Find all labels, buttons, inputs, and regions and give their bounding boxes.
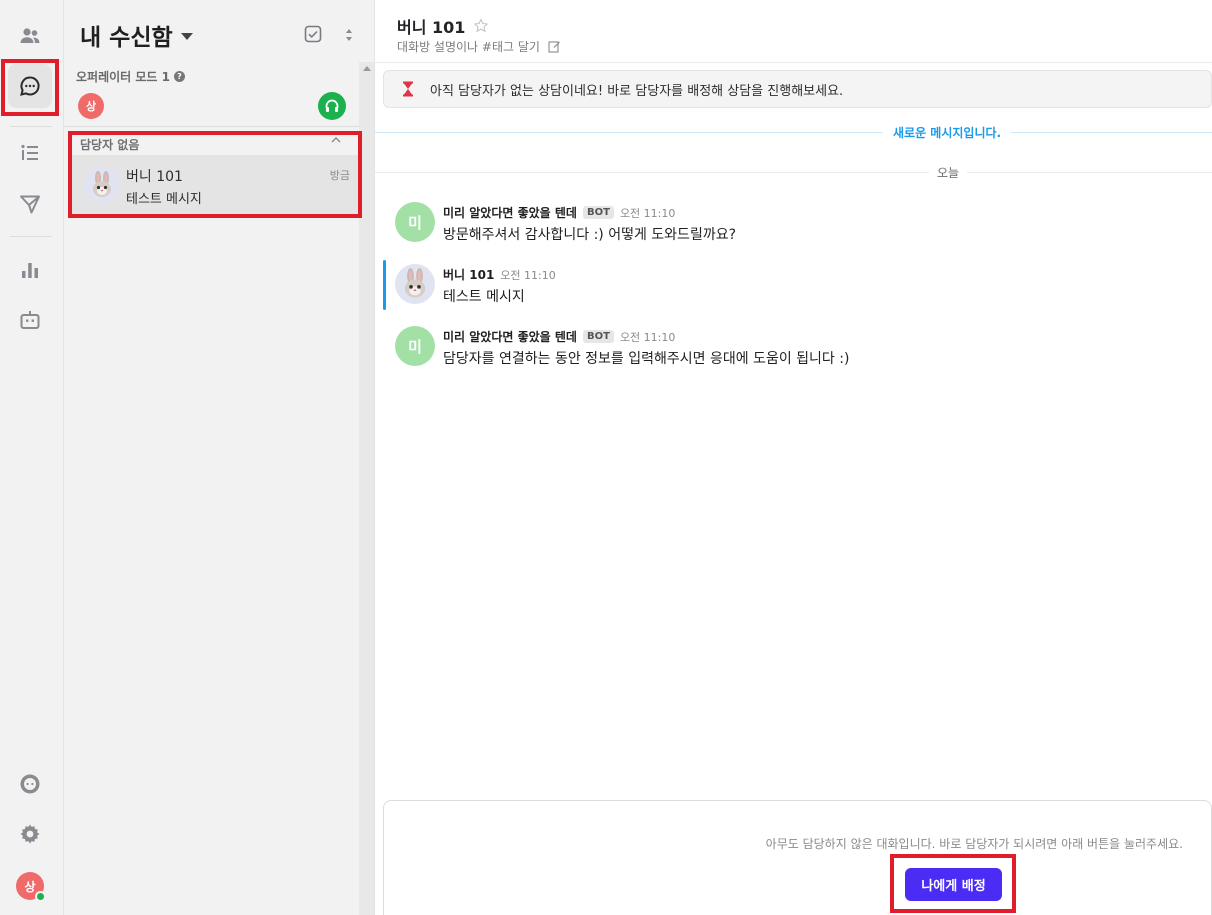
message-text: 담당자를 연결하는 동안 정보를 입력해주시면 응대에 도움이 됩니다 :) — [443, 351, 850, 367]
new-messages-label: 새로운 메시지입니다. — [883, 124, 1012, 141]
chat-inbox-icon — [20, 76, 40, 96]
message-time: 오전 11:10 — [619, 206, 676, 220]
bunny-avatar — [395, 264, 435, 304]
operator-status-button[interactable] — [318, 92, 346, 120]
inbox-panel: 내 수신함 오퍼레이터 모드 1 ? 상 담당자 없음 버니 101 방금 테스… — [64, 0, 375, 915]
scroll-up-arrow-icon[interactable] — [363, 66, 371, 71]
checkbox-icon[interactable] — [304, 25, 322, 43]
rail-divider — [10, 126, 52, 127]
help-chat-button[interactable] — [8, 762, 52, 806]
bot-badge: BOT — [582, 206, 614, 219]
notice-text: 아직 담당자가 없는 상담이네요! 바로 담당자를 배정해 상담을 진행해보세요… — [430, 83, 844, 99]
group-header-unassigned: 담당자 없음 — [80, 138, 140, 152]
star-icon[interactable] — [473, 18, 489, 34]
assign-panel: 아무도 담당하지 않은 대화입니다. 바로 담당자가 되시려면 아래 버튼을 눌… — [383, 800, 1212, 915]
new-message-marker — [383, 260, 386, 310]
unassigned-notice-banner: 아직 담당자가 없는 상담이네요! 바로 담당자를 배정해 상담을 진행해보세요… — [383, 70, 1212, 108]
headset-icon — [325, 99, 339, 112]
chat-description-field[interactable]: 대화방 설명이나 #태그 달기 — [397, 38, 561, 55]
chat-description: 대화방 설명이나 #태그 달기 — [397, 40, 540, 54]
bot-nav-button[interactable] — [8, 298, 52, 342]
message-header: 버니 101 오전 11:10 — [443, 266, 556, 283]
contacts-nav-button[interactable] — [8, 14, 52, 58]
message-sender: 미리 알았다면 좋았을 텐데 — [443, 206, 577, 220]
message-header: 미리 알았다면 좋았을 텐데 BOT 오전 11:10 — [443, 328, 675, 345]
hourglass-icon — [403, 81, 413, 97]
help-chat-icon — [20, 774, 40, 794]
assign-to-me-button[interactable]: 나에게 배정 — [905, 868, 1002, 901]
inbox-title: 내 수신함 — [80, 25, 173, 51]
message-text: 테스트 메시지 — [443, 289, 525, 305]
divider — [64, 126, 359, 127]
operator-avatar[interactable]: 상 — [78, 93, 104, 119]
nav-rail: 상 — [0, 0, 64, 915]
chat-header: 버니 101 — [397, 14, 489, 38]
scrollbar[interactable] — [359, 62, 374, 915]
caret-down-icon — [180, 33, 193, 40]
message-sender: 버니 101 — [443, 268, 495, 282]
bunny-avatar — [84, 167, 120, 203]
message-text: 방문해주셔서 감사합니다 :) 어떻게 도와드릴까요? — [443, 227, 737, 243]
inbox-nav-button[interactable] — [8, 64, 52, 108]
gear-icon — [20, 824, 40, 844]
date-label: 오늘 — [929, 164, 968, 181]
campaign-nav-button[interactable] — [8, 182, 52, 226]
chevron-up-icon[interactable] — [330, 134, 342, 146]
inbox-title-dropdown[interactable]: 내 수신함 — [80, 18, 193, 52]
bot-badge: BOT — [582, 330, 614, 343]
list-icon — [21, 144, 38, 160]
settings-button[interactable] — [8, 812, 52, 856]
contacts-icon — [20, 28, 40, 43]
profile-avatar[interactable]: 상 — [16, 872, 46, 902]
bot-avatar: 미 — [395, 202, 435, 242]
operator-mode-text: 오퍼레이터 모드 1 — [76, 70, 170, 84]
new-messages-divider — [375, 132, 1212, 133]
conversation-time: 방금 — [329, 169, 350, 182]
conversation-name: 버니 101 — [126, 169, 183, 185]
assign-hint-text: 아무도 담당하지 않은 대화입니다. 바로 담당자가 되시려면 아래 버튼을 눌… — [765, 837, 1183, 851]
rail-divider — [10, 236, 52, 237]
online-status-dot — [35, 891, 46, 902]
stats-nav-button[interactable] — [8, 248, 52, 292]
date-divider — [375, 172, 1212, 173]
chart-icon — [22, 263, 38, 278]
help-icon[interactable]: ? — [174, 71, 185, 82]
chat-panel: 버니 101 대화방 설명이나 #태그 달기 아직 담당자가 없는 상담이네요!… — [375, 0, 1212, 915]
bot-icon — [20, 311, 40, 329]
message-time: 오전 11:10 — [500, 268, 556, 282]
message-header: 미리 알았다면 좋았을 텐데 BOT 오전 11:10 — [443, 204, 675, 221]
conversation-preview: 테스트 메시지 — [126, 192, 202, 207]
profile-avatar-initial: 상 — [24, 879, 36, 894]
send-icon — [20, 195, 40, 214]
chat-title: 버니 101 — [397, 18, 466, 37]
bot-avatar: 미 — [395, 326, 435, 366]
message-sender: 미리 알았다면 좋았을 텐데 — [443, 330, 577, 344]
conversation-list-item[interactable]: 버니 101 방금 테스트 메시지 — [72, 155, 358, 215]
edit-icon[interactable] — [548, 40, 561, 53]
operator-mode-label: 오퍼레이터 모드 1 ? — [76, 68, 185, 85]
message-time: 오전 11:10 — [619, 330, 676, 344]
divider — [375, 62, 1212, 63]
list-nav-button[interactable] — [8, 131, 52, 175]
sort-icon[interactable] — [342, 26, 356, 44]
